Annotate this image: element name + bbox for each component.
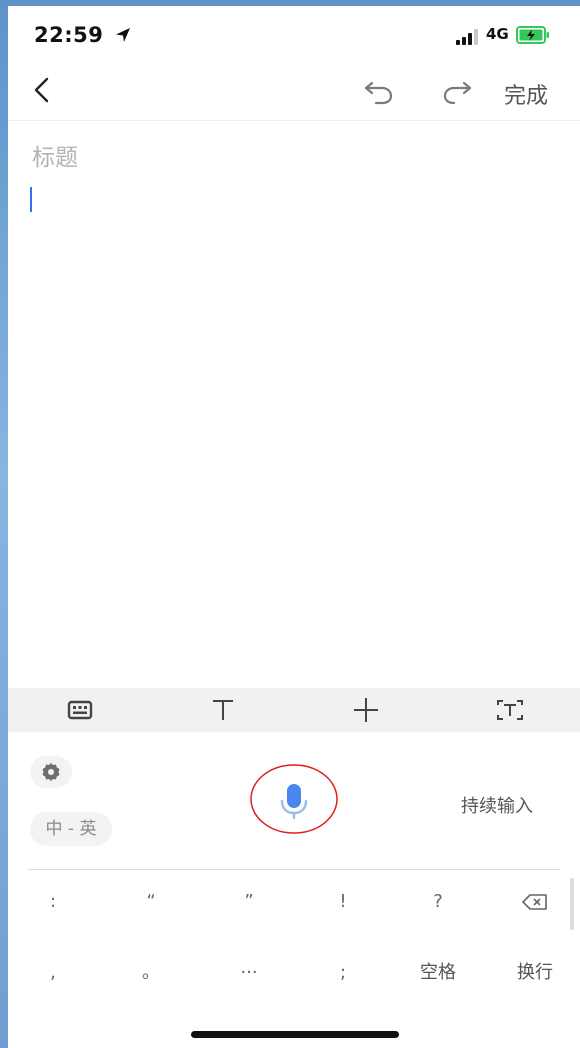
- status-time: 22:59: [34, 23, 104, 47]
- text-format-button[interactable]: [193, 688, 253, 732]
- key-question[interactable]: ?: [398, 877, 478, 927]
- keyboard-icon: [67, 700, 93, 720]
- text-format-icon: [213, 700, 233, 720]
- newline-key[interactable]: 换行: [495, 948, 575, 998]
- network-type: 4G: [486, 25, 509, 43]
- key-left-quote[interactable]: “: [111, 877, 191, 927]
- nav-bar: 完成: [8, 62, 580, 121]
- punctuation-row-1: : “ ” ! ?: [8, 877, 568, 927]
- done-button[interactable]: 完成: [504, 78, 548, 110]
- title-input[interactable]: 标题: [32, 138, 78, 172]
- insert-button[interactable]: [336, 688, 396, 732]
- text-recognition-icon: [497, 700, 523, 720]
- keyboard-button[interactable]: [50, 688, 110, 732]
- punctuation-row-2: , 。 ··· ; 空格 换行: [8, 948, 568, 998]
- microphone-icon: [280, 784, 308, 820]
- screen: 22:59 4G 完成 标题 中 - 英 持续输入: “ ” ! ? , 。 …: [8, 6, 580, 1048]
- continuous-input-button[interactable]: 持续输入: [461, 792, 533, 818]
- delete-key[interactable]: [495, 877, 575, 927]
- key-semicolon[interactable]: ;: [303, 948, 383, 998]
- key-right-quote[interactable]: ”: [209, 877, 289, 927]
- delete-icon: [522, 894, 547, 910]
- home-indicator: [191, 1031, 399, 1038]
- format-toolbar: [8, 688, 580, 732]
- key-ellipsis[interactable]: ···: [209, 948, 289, 998]
- language-toggle[interactable]: 中 - 英: [30, 812, 112, 846]
- text-recognition-button[interactable]: [480, 688, 540, 732]
- gear-icon: [42, 763, 60, 781]
- signal-icon: [456, 29, 478, 45]
- redo-icon[interactable]: [440, 80, 474, 106]
- location-arrow-icon: [116, 28, 130, 42]
- space-key[interactable]: 空格: [398, 948, 478, 998]
- undo-icon[interactable]: [362, 80, 396, 106]
- divider: [28, 869, 560, 870]
- microphone-button[interactable]: [249, 763, 339, 835]
- text-caret: [30, 187, 32, 212]
- key-period[interactable]: 。: [111, 948, 191, 998]
- insert-icon: [354, 698, 378, 722]
- voice-settings-button[interactable]: [30, 756, 72, 788]
- key-comma[interactable]: ,: [13, 948, 93, 998]
- status-bar: 22:59 4G: [8, 6, 580, 62]
- battery-icon: [516, 26, 549, 44]
- key-exclamation[interactable]: !: [303, 877, 383, 927]
- chevron-left-icon[interactable]: [28, 76, 54, 104]
- key-colon[interactable]: :: [13, 877, 93, 927]
